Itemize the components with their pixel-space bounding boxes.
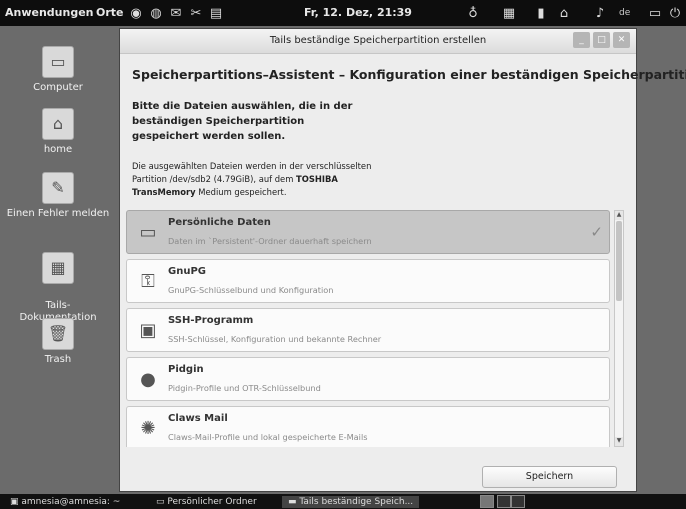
workspace-3[interactable]: [511, 495, 525, 508]
desktop-icon-documentation[interactable]: ▦ Tails- Dokumentation: [3, 240, 113, 324]
list-item[interactable]: ● Pidgin Pidgin-Profile und OTR-Schlüsse…: [126, 357, 610, 401]
usb-icon[interactable]: ⌂: [555, 4, 573, 22]
checkmark-icon[interactable]: ✓: [590, 223, 603, 241]
list-item[interactable]: ▭ Persönliche Daten Daten im `Persistent…: [126, 210, 610, 254]
save-button[interactable]: Speichern: [482, 466, 617, 488]
folder-icon: ▭: [156, 497, 168, 507]
taskbar-item-home-folder[interactable]: ▭ Persönlicher Ordner: [156, 496, 257, 508]
list-scrollbar[interactable]: ▲ ▼: [614, 210, 624, 447]
terminal-icon: ▣: [10, 497, 22, 507]
key-icon: ⚿: [141, 271, 155, 292]
desktop-icon-label: Trash: [44, 354, 72, 365]
documentation-icon: ▦: [42, 252, 74, 284]
folder-icon: ▭: [139, 222, 157, 243]
language-indicator[interactable]: de: [619, 8, 630, 18]
window-titlebar[interactable]: Tails beständige Speicherpartition erste…: [120, 29, 636, 54]
page-heading: Speicherpartitions–Assistent – Konfigura…: [132, 67, 686, 82]
item-name: Persönliche Daten: [168, 217, 271, 228]
clipboard-icon[interactable]: ▮: [532, 4, 550, 22]
desktop-icon-home[interactable]: ⌂ home: [3, 108, 113, 155]
item-name: Claws Mail: [168, 413, 228, 424]
instruction-text: Bitte die Dateien auswählen, die in der …: [132, 101, 353, 142]
persistence-assistant-window: Tails beständige Speicherpartition erste…: [119, 28, 686, 492]
pidgin-icon: ●: [140, 369, 156, 390]
workspace-1[interactable]: [480, 495, 494, 508]
clock[interactable]: Fr, 12. Dez, 21:39: [304, 6, 412, 19]
item-name: GnuPG: [168, 266, 206, 277]
window-icon: ▬: [288, 497, 300, 507]
minimize-button[interactable]: _: [573, 32, 590, 48]
scroll-up-icon[interactable]: ▲: [615, 211, 623, 220]
volume-icon[interactable]: ♪: [591, 4, 609, 22]
item-name: Pidgin: [168, 364, 204, 375]
info-suffix: Medium gespeichert.: [195, 187, 287, 197]
workspace-2[interactable]: [497, 495, 511, 508]
item-description: Claws-Mail-Profile und lokal gespeichert…: [168, 432, 368, 442]
tools-icon[interactable]: ✂: [187, 4, 205, 22]
screen-icon[interactable]: ▭: [646, 4, 664, 22]
desktop-icon-label: Einen Fehler melden: [6, 208, 110, 219]
bottom-panel: ▣ amnesia@amnesia: ~ ▭ Persönlicher Ordn…: [0, 494, 686, 509]
bug-report-icon: ✎: [42, 172, 74, 204]
item-description: Pidgin-Profile und OTR-Schlüsselbund: [168, 383, 321, 393]
persistence-feature-list: ▭ Persönliche Daten Daten im `Persistent…: [126, 210, 617, 447]
item-description: Daten im `Persistent'-Ordner dauerhaft s…: [168, 236, 372, 246]
browser-icon[interactable]: ◉: [127, 4, 145, 22]
close-button[interactable]: ✕: [613, 32, 630, 48]
top-panel: Anwendungen Orte ◉ ◍ ✉ ✂ ▤ Fr, 12. Dez, …: [0, 0, 686, 26]
taskbar-item-terminal[interactable]: ▣ amnesia@amnesia: ~: [10, 496, 120, 508]
task-label: amnesia@amnesia: ~: [21, 497, 121, 507]
scroll-down-icon[interactable]: ▼: [615, 437, 623, 446]
terminal-key-icon: ▣: [139, 320, 157, 341]
claws-mail-icon: ✺: [140, 418, 156, 439]
partition-info: Die ausgewählten Dateien werden in der v…: [132, 160, 392, 199]
home-folder-icon: ⌂: [42, 108, 74, 140]
power-icon[interactable]: ⏻: [666, 4, 684, 22]
terminal-icon[interactable]: ▤: [207, 4, 225, 22]
desktop-icon-report-bug[interactable]: ✎ Einen Fehler melden: [3, 172, 113, 219]
item-description: SSH-Schlüssel, Konfiguration und bekannt…: [168, 334, 382, 344]
list-item[interactable]: ⚿ GnuPG GnuPG-Schlüsselbund und Konfigur…: [126, 259, 610, 303]
item-name: SSH-Programm: [168, 315, 254, 326]
taskbar-item-persistence[interactable]: ▬ Tails beständige Speich...: [282, 496, 420, 508]
list-item[interactable]: ▣ SSH-Programm SSH-Schlüssel, Konfigurat…: [126, 308, 610, 352]
mail-icon[interactable]: ✉: [167, 4, 185, 22]
desktop-icon-label: Computer: [33, 82, 83, 93]
desktop-icon-trash[interactable]: 🗑 Trash: [3, 318, 113, 365]
task-label: Persönlicher Ordner: [167, 497, 257, 507]
applications-menu[interactable]: Anwendungen: [5, 6, 94, 19]
desktop-icon-label: home: [43, 144, 73, 155]
task-label: Tails beständige Speich...: [299, 497, 414, 507]
list-item[interactable]: ✺ Claws Mail Claws-Mail-Profile und loka…: [126, 406, 610, 447]
keyboard-icon[interactable]: ▦: [500, 4, 518, 22]
scrollbar-thumb[interactable]: [616, 221, 622, 301]
network-icon[interactable]: ◍: [147, 4, 165, 22]
tor-onion-icon[interactable]: ♁: [464, 4, 482, 22]
maximize-button[interactable]: □: [593, 32, 610, 48]
computer-icon: ▭: [42, 46, 74, 78]
trash-icon: 🗑: [42, 318, 74, 350]
item-description: GnuPG-Schlüsselbund und Konfiguration: [168, 285, 334, 295]
desktop-icon-computer[interactable]: ▭ Computer: [3, 46, 113, 93]
window-title: Tails beständige Speicherpartition erste…: [269, 35, 487, 46]
places-menu[interactable]: Orte: [96, 6, 124, 19]
